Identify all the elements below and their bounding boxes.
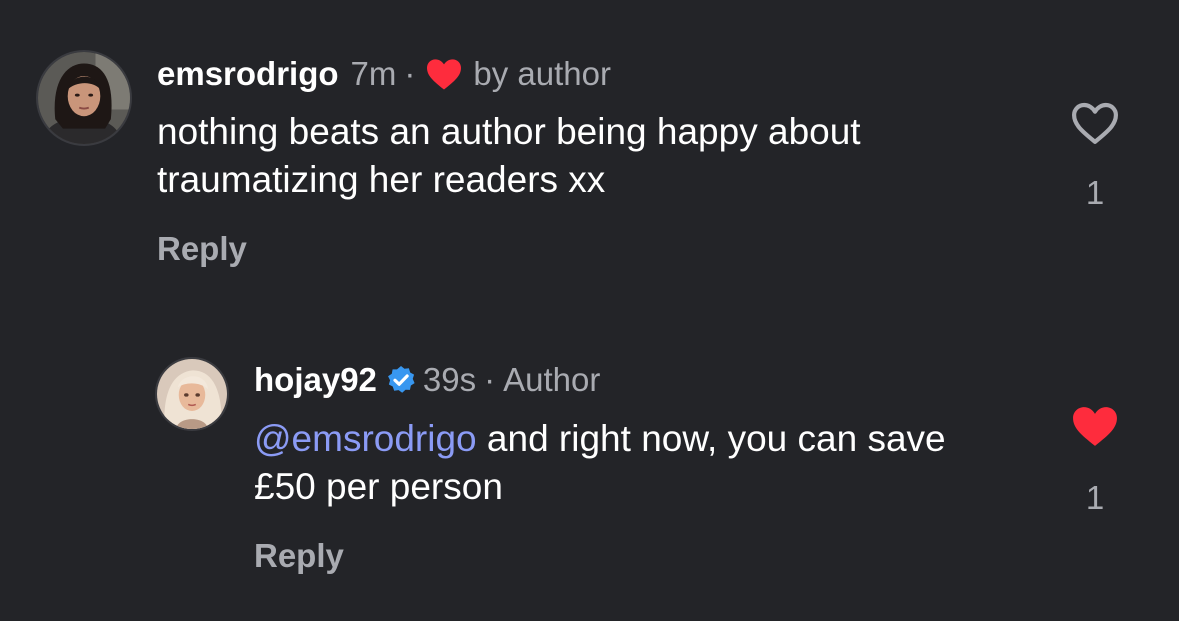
avatar-hojay92[interactable] <box>155 357 229 431</box>
reply-button[interactable]: Reply <box>254 536 344 576</box>
timestamp: 7m <box>350 55 397 92</box>
like-button[interactable] <box>1069 100 1121 146</box>
avatar-emsrodrigo-image <box>38 52 130 144</box>
separator-dot: · <box>484 361 496 398</box>
mention-link[interactable]: @emsrodrigo <box>254 418 477 459</box>
username[interactable]: emsrodrigo <box>157 54 339 94</box>
like-button[interactable] <box>1069 403 1121 449</box>
timestamp: 39s <box>422 361 477 398</box>
like-count: 1 <box>1085 479 1105 516</box>
avatar-emsrodrigo[interactable] <box>36 50 132 146</box>
separator-dot: · <box>404 55 416 92</box>
username[interactable]: hojay92 <box>254 360 377 400</box>
heart-filled-icon <box>425 57 463 91</box>
heart-outline-icon <box>1072 102 1118 144</box>
verified-badge-icon <box>385 364 417 396</box>
comment-text: @emsrodrigo and right now, you can save … <box>254 415 1014 511</box>
liked-by-author-label: by author <box>473 55 611 92</box>
comment-meta: hojay92 39s · Author <box>254 360 600 400</box>
like-count: 1 <box>1085 174 1105 211</box>
comment-meta: emsrodrigo 7m · by author <box>157 54 611 94</box>
author-badge: Author <box>503 361 601 398</box>
heart-filled-icon <box>1073 407 1117 446</box>
reply-button[interactable]: Reply <box>157 229 247 269</box>
avatar-hojay92-image <box>157 359 227 429</box>
comment-text: nothing beats an author being happy abou… <box>157 111 861 200</box>
